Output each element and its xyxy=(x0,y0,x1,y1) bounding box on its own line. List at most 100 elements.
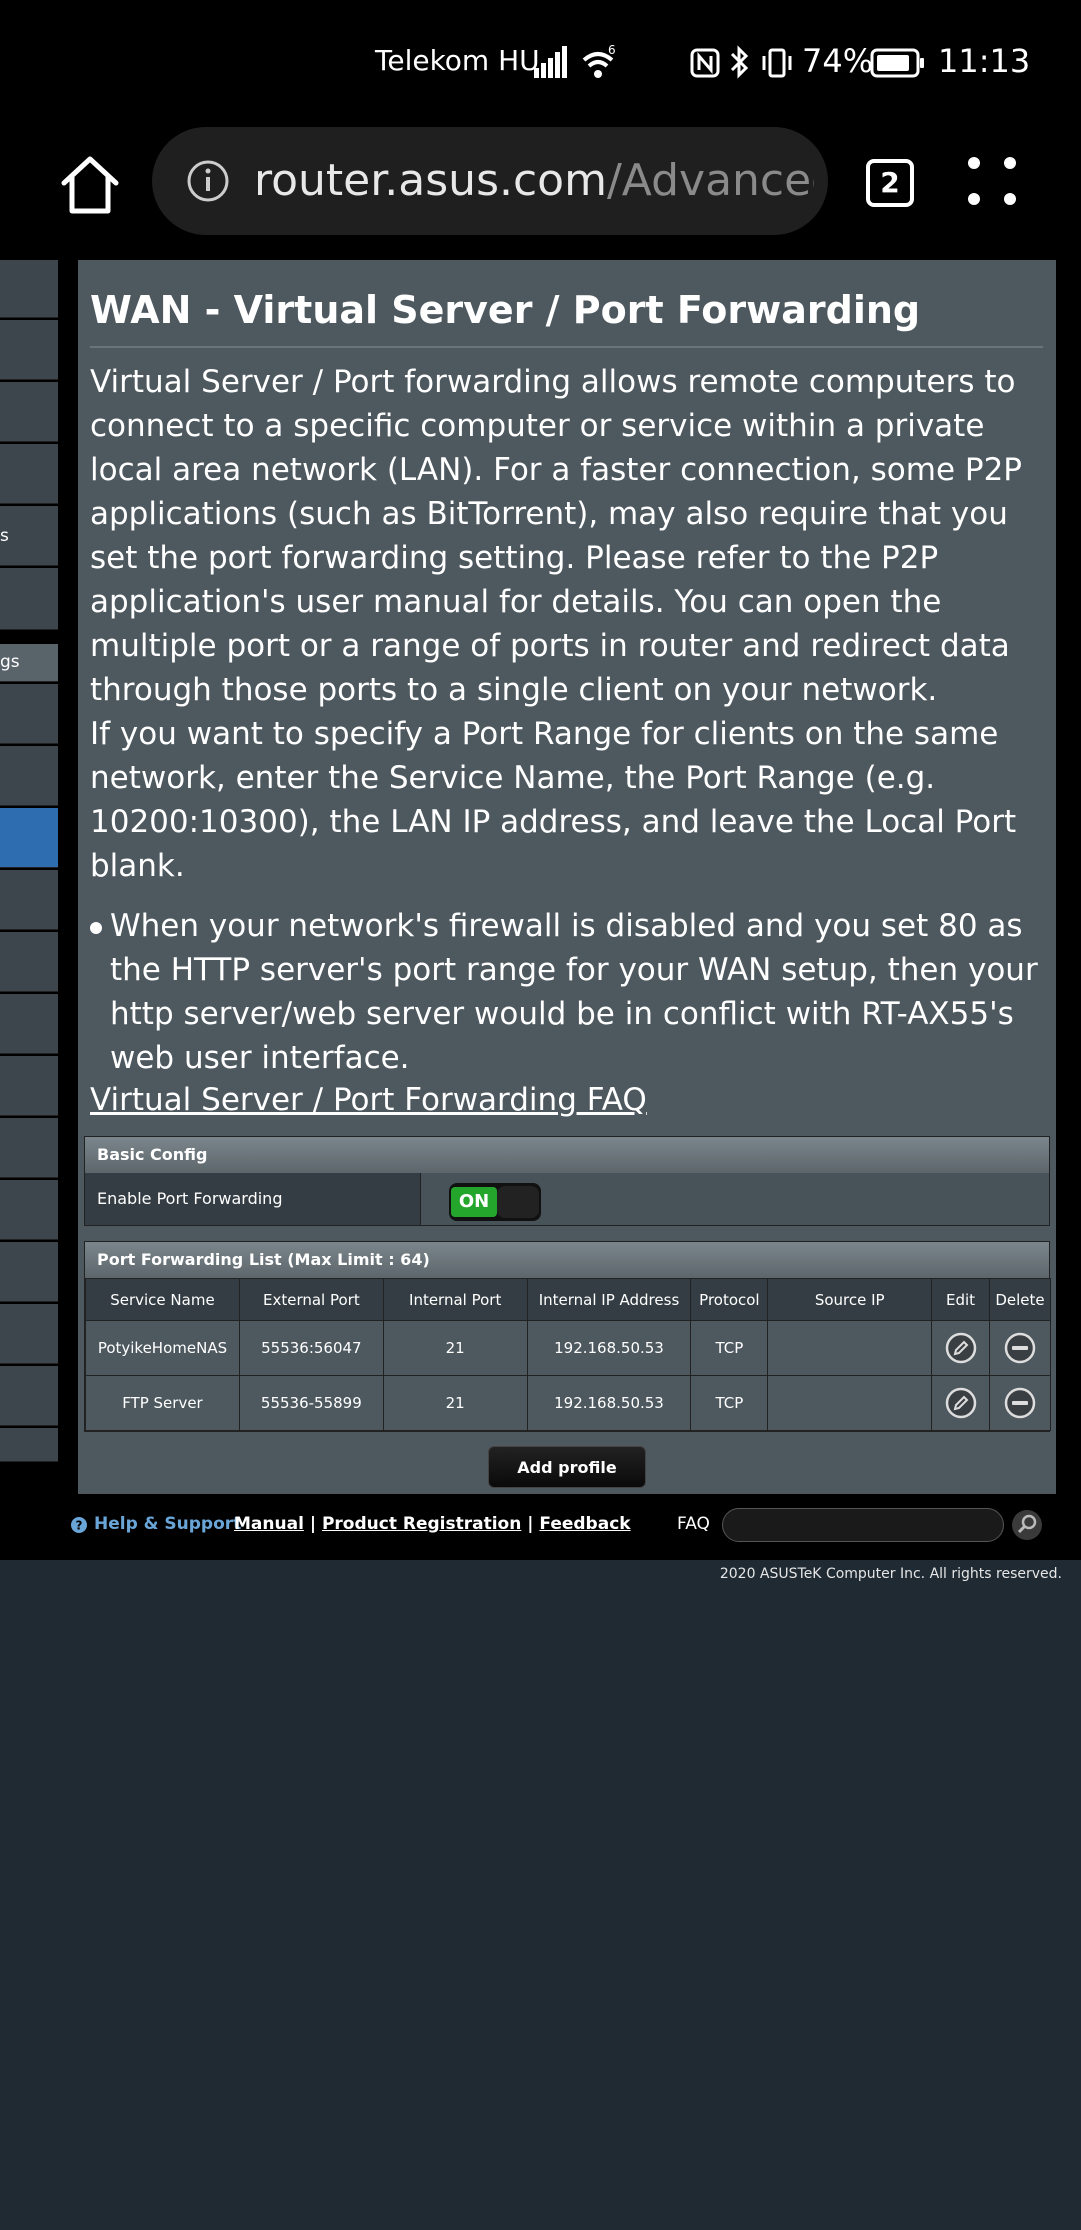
search-icon xyxy=(1017,1514,1037,1534)
tab-switcher-button[interactable]: 2 xyxy=(866,159,914,207)
table-header-row: Service Name External Port Internal Port… xyxy=(85,1278,1052,1321)
basic-config-header: Basic Config xyxy=(85,1137,1049,1173)
col-internal-port: Internal Port xyxy=(382,1278,528,1321)
toggle-on-label: ON xyxy=(451,1187,497,1217)
sidebar-item[interactable] xyxy=(0,444,58,504)
carrier-label: Telekom HU xyxy=(375,44,540,77)
sidebar-item[interactable] xyxy=(0,870,58,930)
basic-config-table: Basic Config Enable Port Forwarding ON xyxy=(84,1136,1050,1226)
sidebar-item[interactable] xyxy=(0,684,58,744)
url-path: /Advanced_ xyxy=(606,155,814,206)
sidebar-item[interactable] xyxy=(0,994,58,1054)
faq-search-input[interactable] xyxy=(722,1508,1004,1542)
port-forwarding-list-header: Port Forwarding List (Max Limit : 64) xyxy=(85,1242,1049,1278)
sidebar-item[interactable] xyxy=(0,320,58,380)
sidebar-item-label: s xyxy=(0,526,9,546)
bullet-dot xyxy=(90,922,102,934)
question-icon: ? xyxy=(71,1517,87,1533)
footer-separator: | xyxy=(527,1514,534,1534)
footer-bar: ? Help & Support Manual | Product Regist… xyxy=(0,1498,1081,1552)
internal-ip-cell: 192.168.50.53 xyxy=(526,1320,692,1376)
title-divider xyxy=(90,346,1043,348)
battery-icon xyxy=(870,48,924,78)
page-description: Virtual Server / Port forwarding allows … xyxy=(90,360,1050,888)
minus-circle-icon[interactable] xyxy=(1004,1387,1036,1419)
port-forwarding-list: Port Forwarding List (Max Limit : 64) Se… xyxy=(84,1241,1052,1432)
minus-circle-icon[interactable] xyxy=(1004,1332,1036,1364)
clock: 11:13 xyxy=(938,42,1031,80)
firewall-note: When your network's firewall is disabled… xyxy=(90,904,1050,1080)
sidebar-section-header: gs xyxy=(0,644,58,682)
service-name-cell: FTP Server xyxy=(85,1375,240,1431)
edit-cell xyxy=(931,1375,990,1431)
home-icon[interactable] xyxy=(58,153,122,217)
status-bar: Telekom HU 6 74% 11:13 xyxy=(0,0,1081,125)
col-external-port: External Port xyxy=(238,1278,384,1321)
bluetooth-icon xyxy=(730,45,749,79)
faq-label: FAQ xyxy=(677,1514,710,1534)
sidebar-item[interactable] xyxy=(0,1304,58,1364)
col-internal-ip: Internal IP Address xyxy=(526,1278,692,1321)
internal-port-cell: 21 xyxy=(382,1320,528,1376)
footer-separator: | xyxy=(309,1514,317,1534)
url-text[interactable]: router.asus.com/Advanced_ xyxy=(254,155,814,206)
sidebar-item[interactable] xyxy=(0,260,58,318)
pencil-icon[interactable] xyxy=(945,1387,977,1419)
port-forwarding-toggle[interactable]: ON xyxy=(449,1183,541,1221)
sidebar-item[interactable] xyxy=(0,746,58,806)
info-icon[interactable] xyxy=(186,159,230,203)
internal-port-cell: 21 xyxy=(382,1375,528,1431)
sidebar-item[interactable] xyxy=(0,382,58,442)
enable-port-forwarding-row: Enable Port Forwarding xyxy=(85,1173,1049,1225)
product-registration-link[interactable]: Product Registration xyxy=(322,1514,521,1534)
external-port-cell: 55536-55899 xyxy=(238,1375,384,1431)
sidebar-item[interactable]: s xyxy=(0,506,58,566)
col-source-ip: Source IP xyxy=(767,1278,933,1321)
sidebar-item[interactable] xyxy=(0,568,58,630)
protocol-cell: TCP xyxy=(690,1320,769,1376)
col-service-name: Service Name xyxy=(85,1278,240,1321)
sidebar-item-selected[interactable] xyxy=(0,808,58,868)
sidebar-section-label: gs xyxy=(0,652,20,672)
svg-text:?: ? xyxy=(76,1519,83,1533)
external-port-cell: 55536:56047 xyxy=(238,1320,384,1376)
pencil-icon[interactable] xyxy=(945,1332,977,1364)
browser-toolbar: router.asus.com/Advanced_ 2 xyxy=(0,125,1081,260)
toggle-knob xyxy=(497,1186,539,1218)
sidebar-item[interactable] xyxy=(0,932,58,992)
protocol-cell: TCP xyxy=(690,1375,769,1431)
port-forwarding-table: Service Name External Port Internal Port… xyxy=(85,1278,1052,1431)
feedback-link[interactable]: Feedback xyxy=(539,1514,630,1534)
enable-port-forwarding-label: Enable Port Forwarding xyxy=(85,1173,421,1225)
more-vert-icon[interactable] xyxy=(968,157,1016,205)
col-protocol: Protocol xyxy=(690,1278,769,1321)
col-delete: Delete xyxy=(988,1278,1052,1321)
footer-links: Manual | Product Registration | Feedback xyxy=(234,1514,631,1534)
wifi-icon: 6 xyxy=(582,44,616,78)
address-bar[interactable]: router.asus.com/Advanced_ xyxy=(152,127,828,235)
description-paragraph: Virtual Server / Port forwarding allows … xyxy=(90,364,1022,708)
manual-link[interactable]: Manual xyxy=(234,1514,304,1534)
signal-icon xyxy=(534,46,567,78)
copyright-text: 2020 ASUSTeK Computer Inc. All rights re… xyxy=(719,1566,1062,1582)
add-profile-button[interactable]: Add profile xyxy=(488,1446,646,1488)
help-support-link[interactable]: Help & Support xyxy=(94,1514,241,1534)
delete-cell xyxy=(988,1320,1052,1376)
page-title: WAN - Virtual Server / Port Forwarding xyxy=(90,288,921,332)
network-badge: 6 xyxy=(608,44,616,57)
sidebar-item[interactable] xyxy=(0,1056,58,1116)
faq-search-button[interactable] xyxy=(1012,1510,1042,1540)
source-ip-cell xyxy=(767,1375,933,1431)
sidebar-item[interactable] xyxy=(0,1242,58,1302)
sidebar-item[interactable] xyxy=(0,1118,58,1178)
faq-link[interactable]: Virtual Server / Port Forwarding FAQ xyxy=(90,1082,647,1118)
table-row: PotyikeHomeNAS 55536:56047 21 192.168.50… xyxy=(85,1320,1052,1376)
content-panel: WAN - Virtual Server / Port Forwarding V… xyxy=(78,260,1056,1494)
sidebar-item[interactable] xyxy=(0,1366,58,1426)
edit-cell xyxy=(931,1320,990,1376)
sidebar-item[interactable] xyxy=(0,1180,58,1240)
sidebar-item[interactable] xyxy=(0,1428,58,1462)
table-row: FTP Server 55536-55899 21 192.168.50.53 … xyxy=(85,1375,1052,1431)
url-host: router.asus.com xyxy=(254,155,607,206)
battery-percent: 74% xyxy=(802,42,874,80)
